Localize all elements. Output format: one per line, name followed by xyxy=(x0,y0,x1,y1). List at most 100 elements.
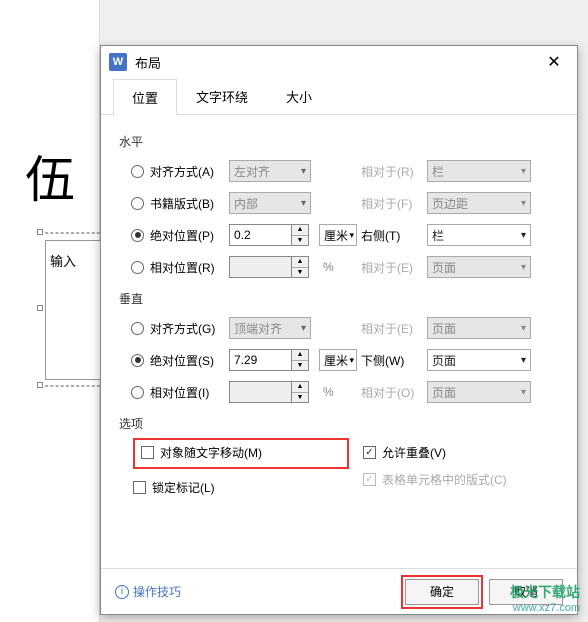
watermark: 极光下载站 www.xz7.com xyxy=(510,582,580,614)
text-input-box[interactable]: 输入 xyxy=(45,240,105,380)
section-vertical: 垂直 xyxy=(119,290,559,307)
label-v-abs-side: 下侧(W) xyxy=(361,352,427,369)
spin-up-icon[interactable]: ▲ xyxy=(292,350,308,361)
section-horizontal: 水平 xyxy=(119,133,559,150)
radio-h-book[interactable] xyxy=(131,197,144,210)
combo-h-abs-unit[interactable]: 厘米 xyxy=(319,224,357,246)
combo-v-rel-target[interactable]: 页面 xyxy=(427,381,531,403)
dialog-footer: i 操作技巧 确定 取消 xyxy=(101,568,577,614)
spin-down-icon[interactable]: ▼ xyxy=(292,361,308,371)
tab-bar: 位置 文字环绕 大小 xyxy=(101,78,577,115)
radio-v-abs[interactable] xyxy=(131,354,144,367)
spin-down-icon[interactable]: ▼ xyxy=(292,268,308,278)
layout-dialog: W 布局 ✕ 位置 文字环绕 大小 水平 对齐方式(A) 左对齐 相对于(R) … xyxy=(100,45,578,615)
watermark-logo: 极光下载站 xyxy=(510,582,580,602)
combo-h-rel-target[interactable]: 页面 xyxy=(427,256,531,278)
label-move-with-text: 对象随文字移动(M) xyxy=(160,444,262,461)
label-v-align-rel: 相对于(E) xyxy=(361,320,427,337)
titlebar: W 布局 ✕ xyxy=(101,46,577,78)
spin-down-icon[interactable]: ▼ xyxy=(292,236,308,246)
label-v-align: 对齐方式(G) xyxy=(150,320,215,337)
label-v-rel: 相对位置(I) xyxy=(150,384,209,401)
radio-v-align[interactable] xyxy=(131,322,144,335)
combo-v-abs-target[interactable]: 页面 xyxy=(427,349,531,371)
label-lock-anchor: 锁定标记(L) xyxy=(152,479,215,496)
row-v-rel: 相对位置(I) ▲▼ % 相对于(O) 页面 xyxy=(119,377,559,407)
row-h-book: 书籍版式(B) 内部 相对于(F) 页边距 xyxy=(119,188,559,218)
combo-v-align-value[interactable]: 顶端对齐 xyxy=(229,317,311,339)
checkbox-icon: ✓ xyxy=(363,446,376,459)
radio-h-abs[interactable] xyxy=(131,229,144,242)
row-h-abs: 绝对位置(P) ▲▼ 厘米 右侧(T) 栏 xyxy=(119,220,559,250)
checkbox-icon xyxy=(141,446,154,459)
label-allow-overlap: 允许重叠(V) xyxy=(382,444,446,461)
spinner-v-rel[interactable]: ▲▼ xyxy=(229,381,311,403)
combo-h-book-value[interactable]: 内部 xyxy=(229,192,311,214)
watermark-url: www.xz7.com xyxy=(510,602,580,614)
section-options: 选项 xyxy=(119,415,559,432)
input-h-abs[interactable] xyxy=(229,224,291,246)
label-h-abs-side: 右侧(T) xyxy=(361,227,427,244)
checkbox-icon: ✓ xyxy=(363,473,376,486)
checkbox-table-layout: ✓ 表格单元格中的版式(C) xyxy=(363,471,507,488)
label-v-rel-rel: 相对于(O) xyxy=(361,384,427,401)
tab-wrap[interactable]: 文字环绕 xyxy=(177,78,267,114)
tab-size[interactable]: 大小 xyxy=(267,78,331,114)
checkbox-icon xyxy=(133,481,146,494)
tab-position[interactable]: 位置 xyxy=(113,79,177,115)
radio-h-align[interactable] xyxy=(131,165,144,178)
input-h-rel xyxy=(229,256,291,278)
selection-dash xyxy=(40,232,105,234)
radio-h-rel[interactable] xyxy=(131,261,144,274)
help-text: 操作技巧 xyxy=(133,583,181,600)
resize-handle[interactable] xyxy=(37,305,43,311)
combo-h-book-target[interactable]: 页边距 xyxy=(427,192,531,214)
combo-v-abs-unit[interactable]: 厘米 xyxy=(319,349,357,371)
radio-v-rel[interactable] xyxy=(131,386,144,399)
spinner-h-abs[interactable]: ▲▼ xyxy=(229,224,311,246)
resize-handle[interactable] xyxy=(37,229,43,235)
label-v-abs: 绝对位置(S) xyxy=(150,352,214,369)
unit-v-rel: % xyxy=(319,385,357,399)
label-h-align-rel: 相对于(R) xyxy=(361,163,427,180)
spinner-h-rel[interactable]: ▲▼ xyxy=(229,256,311,278)
dialog-title: 布局 xyxy=(135,53,539,72)
selection-dash xyxy=(40,385,105,387)
row-v-abs: 绝对位置(S) ▲▼ 厘米 下侧(W) 页面 xyxy=(119,345,559,375)
resize-handle[interactable] xyxy=(37,382,43,388)
checkbox-allow-overlap[interactable]: ✓ 允许重叠(V) xyxy=(363,444,507,461)
label-h-book-rel: 相对于(F) xyxy=(361,195,427,212)
dialog-content: 水平 对齐方式(A) 左对齐 相对于(R) 栏 书籍版式(B) 内部 相对于(F… xyxy=(101,115,577,496)
spin-up-icon[interactable]: ▲ xyxy=(292,382,308,393)
spin-up-icon[interactable]: ▲ xyxy=(292,225,308,236)
help-icon: i xyxy=(115,585,129,599)
combo-v-align-target[interactable]: 页面 xyxy=(427,317,531,339)
app-icon: W xyxy=(109,53,127,71)
help-link[interactable]: i 操作技巧 xyxy=(115,583,181,600)
combo-h-align-target[interactable]: 栏 xyxy=(427,160,531,182)
document-character: 伍 xyxy=(25,140,75,212)
input-v-rel xyxy=(229,381,291,403)
label-h-abs: 绝对位置(P) xyxy=(150,227,214,244)
spin-down-icon[interactable]: ▼ xyxy=(292,393,308,403)
highlight-move-with-text: 对象随文字移动(M) xyxy=(133,438,349,469)
ok-button[interactable]: 确定 xyxy=(405,579,479,605)
label-h-rel: 相对位置(R) xyxy=(150,259,215,276)
label-h-book: 书籍版式(B) xyxy=(150,195,214,212)
spinner-v-abs[interactable]: ▲▼ xyxy=(229,349,311,371)
checkbox-move-with-text[interactable]: 对象随文字移动(M) xyxy=(141,444,339,461)
checkbox-lock-anchor[interactable]: 锁定标记(L) xyxy=(133,479,349,496)
label-h-rel-rel: 相对于(E) xyxy=(361,259,427,276)
combo-h-align-value[interactable]: 左对齐 xyxy=(229,160,311,182)
input-v-abs[interactable] xyxy=(229,349,291,371)
row-h-align: 对齐方式(A) 左对齐 相对于(R) 栏 xyxy=(119,156,559,186)
close-button[interactable]: ✕ xyxy=(539,50,569,74)
label-table-layout: 表格单元格中的版式(C) xyxy=(382,471,507,488)
row-v-align: 对齐方式(G) 顶端对齐 相对于(E) 页面 xyxy=(119,313,559,343)
spin-up-icon[interactable]: ▲ xyxy=(292,257,308,268)
combo-h-abs-target[interactable]: 栏 xyxy=(427,224,531,246)
row-h-rel: 相对位置(R) ▲▼ % 相对于(E) 页面 xyxy=(119,252,559,282)
unit-h-rel: % xyxy=(319,260,357,274)
options-row: 对象随文字移动(M) 锁定标记(L) ✓ 允许重叠(V) ✓ 表格单元格中的版式… xyxy=(119,438,559,496)
label-h-align: 对齐方式(A) xyxy=(150,163,214,180)
